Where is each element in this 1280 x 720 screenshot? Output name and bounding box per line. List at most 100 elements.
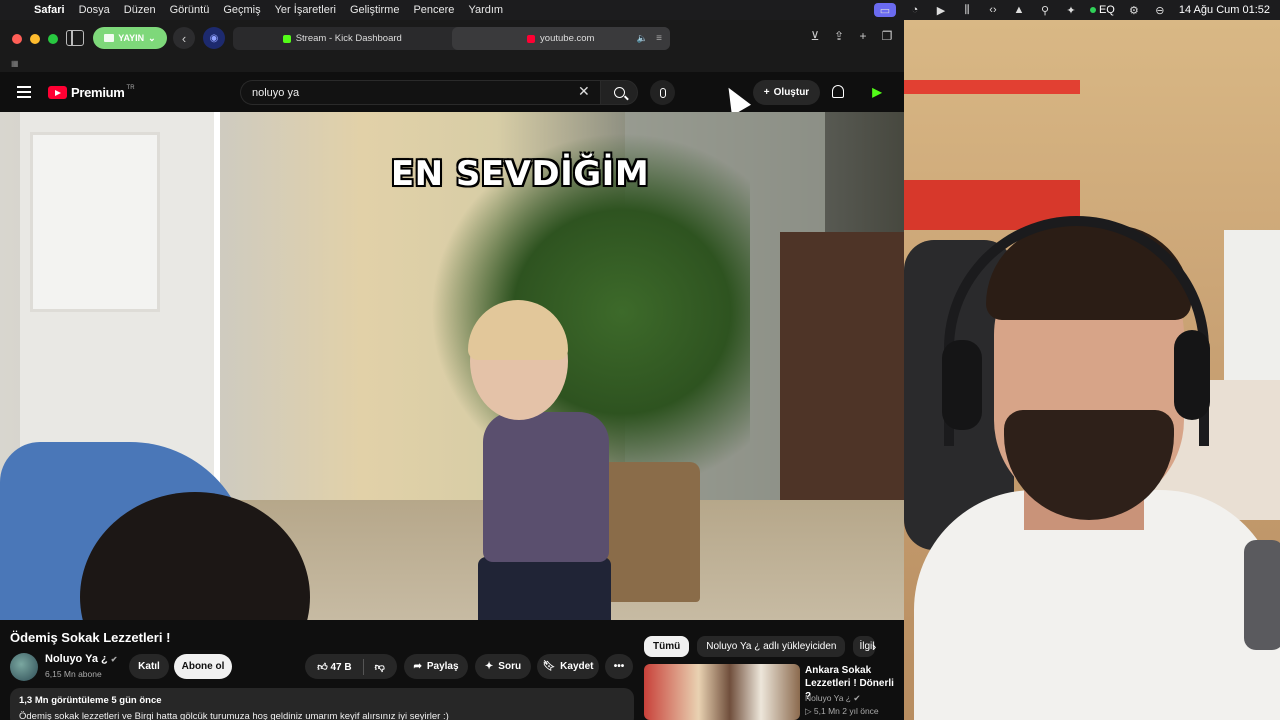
new-tab-icon[interactable]: + xyxy=(856,29,870,43)
menu-yardim[interactable]: Yardım xyxy=(468,4,503,16)
youtube-logo[interactable]: Premium TR xyxy=(48,85,135,100)
youtube-icon xyxy=(527,34,536,43)
subscribe-button[interactable]: Abone ol xyxy=(174,654,232,679)
logo-text: Premium xyxy=(71,85,125,100)
thumbs-up-icon: 👍︎ xyxy=(317,661,328,673)
video-child-body xyxy=(483,412,609,562)
screen-record-icon[interactable]: ▭ xyxy=(873,3,896,17)
video-title: Ödemiş Sokak Lezzetleri ! xyxy=(10,630,171,645)
tab-overview-icon[interactable]: ❐ xyxy=(880,29,894,43)
recommendation-filter-chips: Tümü Noluyo Ya ¿ adlı yükleyiciden İlgil… xyxy=(644,636,876,657)
like-dislike-group: 👍︎ 47 B 👎︎ xyxy=(305,654,397,679)
share-button[interactable]: ➦ Paylaş xyxy=(404,654,468,679)
video-info-area: Ödemiş Sokak Lezzetleri ! Noluyo Ya ¿ ✔ 6… xyxy=(0,620,904,720)
tab-youtube[interactable]: youtube.com 🔈 ≡ xyxy=(451,27,670,50)
menu-gelistirme[interactable]: Geliştirme xyxy=(350,4,400,16)
like-button[interactable]: 👍︎ 47 B xyxy=(317,661,351,673)
verified-icon: ✔ xyxy=(853,693,861,703)
share-label: Paylaş xyxy=(426,661,459,672)
tab-kick-dashboard[interactable]: Stream - Kick Dashboard xyxy=(233,27,452,50)
view-count-date: 1,3 Mn görüntüleme 5 gün önce xyxy=(19,695,162,706)
headset-left-cup xyxy=(942,340,982,430)
create-button[interactable]: + Oluştur xyxy=(753,80,820,105)
tab-title: Stream - Kick Dashboard xyxy=(295,33,402,44)
eq-indicator[interactable]: EQ xyxy=(1089,4,1115,16)
tab-bar: Stream - Kick Dashboard youtube.com 🔈 ≡ xyxy=(233,27,670,50)
chevron-right-icon[interactable]: › xyxy=(872,639,876,654)
control-center-icon[interactable]: ⚙ xyxy=(1127,3,1141,17)
menu-duzen[interactable]: Düzen xyxy=(124,4,156,16)
youtube-header: Premium TR noluyo ya ✕ + Oluştur ▶ xyxy=(0,72,904,116)
download-icon[interactable]: ⊻ xyxy=(808,29,822,43)
menu-dosya[interactable]: Dosya xyxy=(79,4,110,16)
chip-all[interactable]: Tümü xyxy=(644,636,690,657)
arrow-up-icon[interactable]: ▲ xyxy=(1012,3,1026,17)
plus-icon: + xyxy=(763,87,770,98)
voice-search-button[interactable] xyxy=(650,80,675,105)
code-icon[interactable]: ‹› xyxy=(986,3,1000,17)
play-circle-icon[interactable]: ▶ xyxy=(934,3,948,17)
thumbs-down-icon: 👎︎ xyxy=(374,661,385,673)
menu-app-safari[interactable]: Safari xyxy=(34,4,65,16)
minimize-window-icon[interactable] xyxy=(30,34,40,44)
channel-avatar[interactable] xyxy=(10,653,38,681)
search-input[interactable]: noluyo ya xyxy=(240,80,600,105)
recommendation-thumbnail[interactable] xyxy=(644,664,800,720)
recommendation-meta-text: 5,1 Mn 2 yıl önce xyxy=(813,706,879,716)
dislike-button[interactable]: 👎︎ xyxy=(375,661,385,673)
account-avatar[interactable]: ▶ xyxy=(870,85,884,99)
extension-icon[interactable]: ◉ xyxy=(203,27,225,49)
menu-pencere[interactable]: Pencere xyxy=(413,4,454,16)
menu-yer-isaretleri[interactable]: Yer İşaretleri xyxy=(275,4,336,16)
favorites-grid-icon[interactable]: ▦ xyxy=(11,59,19,68)
youtube-play-icon xyxy=(48,86,67,99)
more-actions-button[interactable]: ••• xyxy=(605,654,633,679)
description-text: Ödemiş sokak lezzetleri ve Birgi hatta g… xyxy=(19,711,449,720)
wifi-bars-icon[interactable]: ⫼ xyxy=(960,3,974,17)
search-icon xyxy=(613,87,625,98)
menu-icon[interactable] xyxy=(17,86,31,98)
notifications-bell-icon[interactable] xyxy=(832,85,844,98)
focus-icon[interactable]: ⊖ xyxy=(1153,3,1167,17)
video-player[interactable]: EN SEVDİĞİM xyxy=(0,112,904,620)
save-button[interactable]: 🔖︎ Kaydet xyxy=(537,654,599,679)
clear-search-icon[interactable]: ✕ xyxy=(578,83,590,100)
sparkle-icon[interactable]: ✦ xyxy=(1064,3,1078,17)
search-button[interactable] xyxy=(600,80,638,105)
chip-from-uploader[interactable]: Noluyo Ya ¿ adlı yükleyiciden xyxy=(697,636,846,657)
back-button[interactable]: ‹ xyxy=(173,27,195,49)
activity-icon[interactable]: ◔ xyxy=(908,3,922,17)
safari-toolbar: YAYIN ⌄ ‹ ◉ Stream - Kick Dashboard yout… xyxy=(0,20,904,72)
headset-right-cup xyxy=(1174,330,1210,420)
webcam-shelf-top xyxy=(904,80,1080,94)
profile-button[interactable]: YAYIN ⌄ xyxy=(93,27,167,49)
share-icon[interactable]: ⇪ xyxy=(832,29,846,43)
macos-menu-bar: Safari Dosya Düzen Görüntü Geçmiş Yer İş… xyxy=(0,0,1280,20)
search-icon[interactable]: ⚲ xyxy=(1038,3,1052,17)
recommendation-channel[interactable]: Noluyo Ya ¿ ✔ xyxy=(805,693,861,704)
sidebar-toggle-icon[interactable] xyxy=(66,30,84,46)
fullscreen-window-icon[interactable] xyxy=(48,34,58,44)
menu-goruntu[interactable]: Görüntü xyxy=(170,4,210,16)
views-play-icon: ▷ xyxy=(805,706,812,716)
tab-title: youtube.com xyxy=(540,33,595,44)
close-window-icon[interactable] xyxy=(12,34,22,44)
microphone-icon xyxy=(659,87,666,98)
ask-button[interactable]: ✦ Soru xyxy=(475,654,531,679)
channel-name[interactable]: Noluyo Ya ¿ ✔ xyxy=(45,653,117,665)
recommendation-meta: ▷ 5,1 Mn 2 yıl önce xyxy=(805,706,879,717)
channel-name-text: Noluyo Ya ¿ xyxy=(45,653,108,665)
profile-label: YAYIN xyxy=(118,33,145,43)
description-box[interactable]: 1,3 Mn görüntüleme 5 gün önce Ödemiş sok… xyxy=(10,688,634,720)
reader-icon[interactable]: ≡ xyxy=(656,33,662,44)
profile-icon xyxy=(104,34,115,42)
save-label: Kaydet xyxy=(560,661,594,672)
like-count: 47 B xyxy=(330,661,352,673)
join-button[interactable]: Katıl xyxy=(129,654,169,679)
video-caption: EN SEVDİĞİM xyxy=(390,154,650,194)
speaker-icon[interactable]: 🔈 xyxy=(637,33,648,44)
clock[interactable]: 14 Ağu Cum 01:52 xyxy=(1179,4,1270,16)
webcam-microphone xyxy=(1244,540,1280,650)
menu-gecmis[interactable]: Geçmiş xyxy=(223,4,260,16)
window-controls xyxy=(12,34,58,44)
